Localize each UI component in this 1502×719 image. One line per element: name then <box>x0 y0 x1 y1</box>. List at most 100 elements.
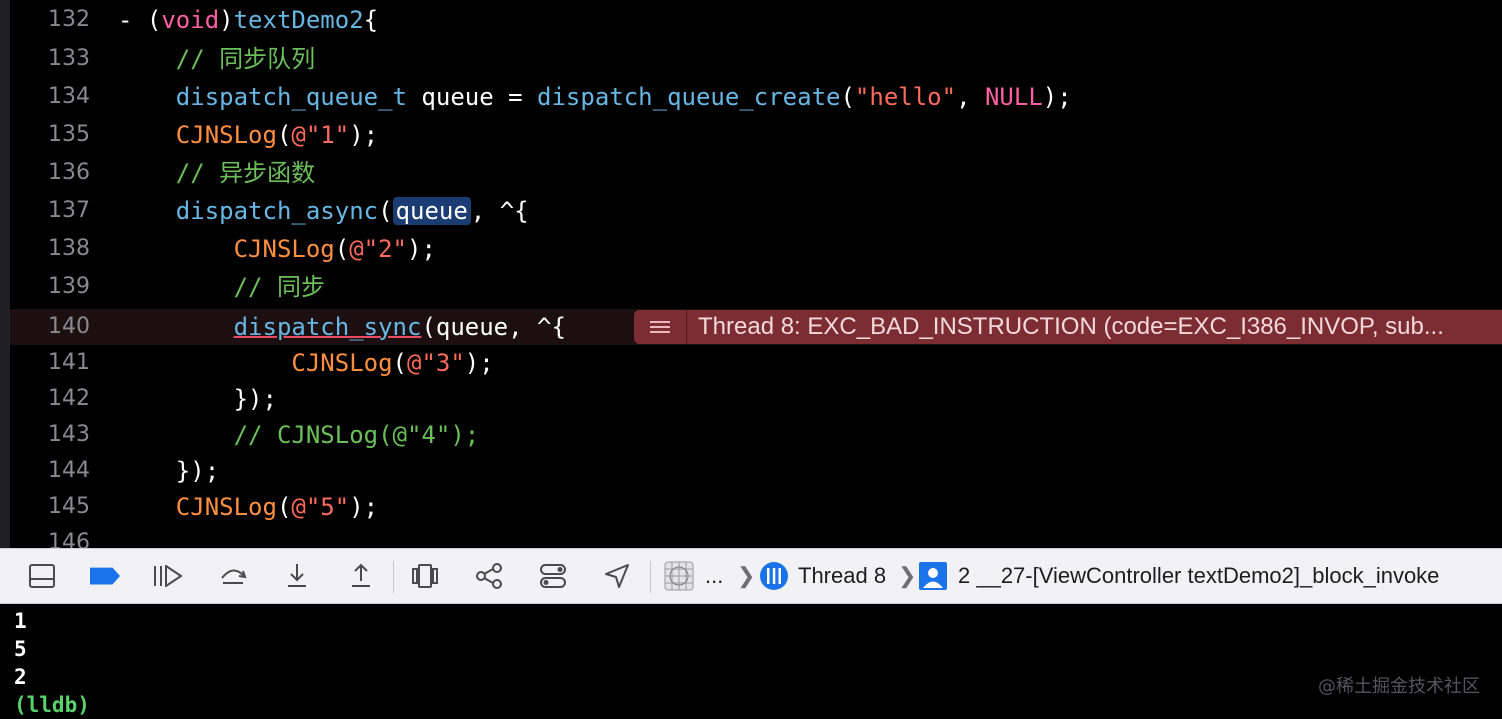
line-number[interactable]: 146 <box>10 525 90 548</box>
code-line[interactable]: 145 CJNSLog(@"5"); <box>10 489 1502 525</box>
breadcrumb-thread[interactable]: Thread 8 <box>798 549 886 603</box>
code-token: CJNSLog <box>175 121 277 149</box>
code-token: @"5" <box>291 493 350 521</box>
code-line[interactable]: 139 // 同步 <box>10 269 1502 305</box>
environment-overrides-icon[interactable] <box>538 561 568 591</box>
line-number[interactable]: 138 <box>10 231 90 267</box>
lldb-prompt[interactable]: (lldb) <box>14 691 90 719</box>
line-number[interactable]: 137 <box>10 193 90 229</box>
line-number[interactable]: 132 <box>10 2 90 38</box>
line-number[interactable]: 140 <box>10 309 90 345</box>
code-line[interactable]: 136 // 异步函数 <box>10 155 1502 191</box>
breadcrumb-ellipsis[interactable]: ... <box>705 549 723 603</box>
breadcrumb-stack-frame[interactable]: 2 __27-[ViewController textDemo2]_block_… <box>958 549 1439 603</box>
code-line[interactable]: 143 // CJNSLog(@"4"); <box>10 417 1502 453</box>
code-line[interactable]: 132 - (void)textDemo2{ <box>10 2 1502 38</box>
console-output-line: 5 <box>14 637 27 661</box>
line-number[interactable]: 135 <box>10 117 90 153</box>
code-line[interactable]: 144 }); <box>10 453 1502 489</box>
line-number[interactable]: 145 <box>10 489 90 525</box>
code-line[interactable]: 146 <box>10 525 1502 548</box>
code-text: dispatch_async(queue, ^{ <box>118 193 529 229</box>
code-token: ( <box>334 235 350 263</box>
code-token: "hello" <box>854 83 957 111</box>
code-token: ); <box>407 235 436 263</box>
code-text: dispatch_sync(queue, ^{ <box>118 309 566 345</box>
error-annotation[interactable]: Thread 8: EXC_BAD_INSTRUCTION (code=EXC_… <box>634 310 1502 344</box>
code-text: // 同步队列 <box>118 41 315 77</box>
code-token: @"2" <box>349 235 407 263</box>
code-token: ); <box>464 349 494 377</box>
code-text: }); <box>118 381 277 417</box>
code-token: ( <box>392 349 407 377</box>
code-line[interactable]: 141 CJNSLog(@"3"); <box>10 345 1502 381</box>
debug-toolbar: ... ❯ Thread 8 ❯ 2 __27-[ViewController … <box>0 548 1502 604</box>
hide-debug-area-icon[interactable] <box>27 561 57 591</box>
code-line[interactable]: 138 CJNSLog(@"2"); <box>10 231 1502 267</box>
error-message: Thread 8: EXC_BAD_INSTRUCTION (code=EXC_… <box>698 313 1444 340</box>
line-number[interactable]: 134 <box>10 79 90 115</box>
step-out-icon[interactable] <box>346 561 376 591</box>
continue-icon[interactable] <box>153 561 183 591</box>
line-number[interactable]: 133 <box>10 41 90 77</box>
code-line[interactable]: 137 dispatch_async(queue, ^{ <box>10 193 1502 229</box>
code-token: }); <box>118 385 277 413</box>
code-token: , <box>956 83 985 111</box>
line-number[interactable]: 141 <box>10 345 90 381</box>
breadcrumb-chevron-icon: ❯ <box>737 563 756 588</box>
console-output-line: 2 <box>14 665 27 689</box>
step-into-icon[interactable] <box>282 561 312 591</box>
stack-frame-user-icon <box>918 561 948 591</box>
error-menu-icon[interactable] <box>634 310 687 344</box>
breakpoints-toggle-icon[interactable] <box>90 561 120 591</box>
toolbar-divider <box>650 561 651 593</box>
code-token: dispatch_queue_create <box>537 83 841 111</box>
code-text: CJNSLog(@"3"); <box>118 345 494 381</box>
debug-console[interactable]: 1 5 2 (lldb) @稀土掘金技术社区 <box>0 604 1502 718</box>
breadcrumb-chevron-icon: ❯ <box>898 563 917 588</box>
code-token: queue = <box>406 83 538 111</box>
code-token: @"1" <box>291 121 350 149</box>
process-icon[interactable] <box>664 561 694 591</box>
code-token: // 异步函数 <box>175 159 316 187</box>
line-number[interactable]: 142 <box>10 381 90 417</box>
simulate-location-icon[interactable] <box>602 561 632 591</box>
step-over-icon[interactable] <box>218 561 248 591</box>
code-line[interactable]: 135 CJNSLog(@"1"); <box>10 117 1502 153</box>
code-line[interactable]: 142 }); <box>10 381 1502 417</box>
code-token: ( <box>276 493 292 521</box>
code-token: }); <box>118 457 220 485</box>
code-token: ); <box>349 493 379 521</box>
code-text: // 异步函数 <box>118 155 315 191</box>
line-number[interactable]: 136 <box>10 155 90 191</box>
line-number[interactable]: 139 <box>10 269 90 305</box>
code-token: // 同步队列 <box>175 45 316 73</box>
memory-graph-icon[interactable] <box>474 561 504 591</box>
code-text: CJNSLog(@"1"); <box>118 117 378 153</box>
code-token: , ^{ <box>470 197 529 225</box>
line-number[interactable]: 143 <box>10 417 90 453</box>
code-token: dispatch_sync <box>233 313 422 341</box>
code-editor[interactable]: 132- (void)textDemo2{133 // 同步队列 134 disp… <box>10 0 1502 548</box>
code-token: ); <box>349 121 379 149</box>
code-token: // 同步 <box>233 273 325 301</box>
code-token: CJNSLog <box>175 493 277 521</box>
code-line[interactable]: 134 dispatch_queue_t queue = dispatch_qu… <box>10 79 1502 115</box>
code-token: // CJNSLog(@"4"); <box>233 421 480 449</box>
code-line[interactable]: 133 // 同步队列 <box>10 41 1502 77</box>
code-text: CJNSLog(@"2"); <box>118 231 436 267</box>
code-token: dispatch_async <box>175 197 379 225</box>
line-number[interactable]: 144 <box>10 453 90 489</box>
view-hierarchy-icon[interactable] <box>410 561 440 591</box>
watermark: @稀土掘金技术社区 <box>1318 676 1480 697</box>
